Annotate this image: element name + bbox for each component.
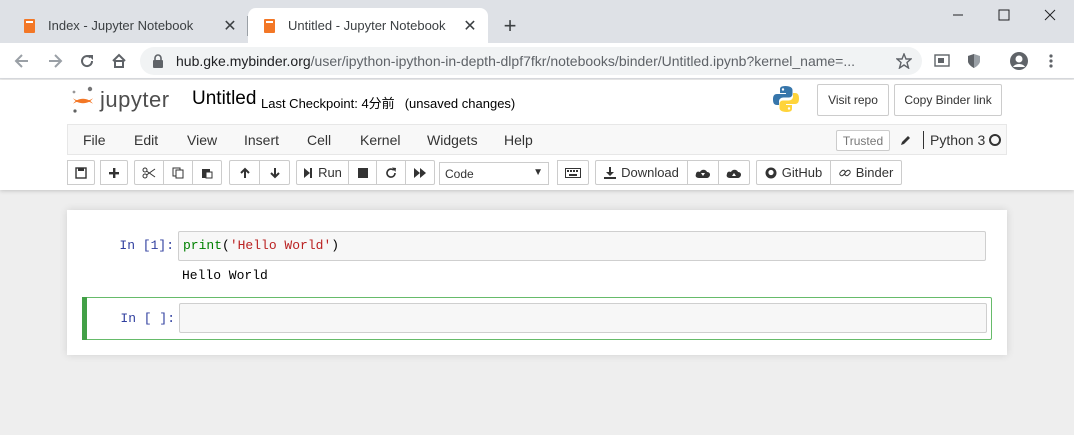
tab-title: Index - Jupyter Notebook: [48, 18, 194, 33]
move-up-button[interactable]: [229, 160, 260, 185]
notebook-favicon-icon: [22, 18, 38, 34]
home-icon[interactable]: [105, 47, 133, 75]
interrupt-button[interactable]: [348, 160, 377, 185]
forward-arrow-icon[interactable]: [41, 47, 69, 75]
back-arrow-icon[interactable]: [8, 47, 36, 75]
insert-cell-button[interactable]: [100, 160, 128, 185]
trusted-indicator[interactable]: Trusted: [836, 130, 890, 151]
browser-toolbar: hub.gke.mybinder.org/user/ipython-ipytho…: [0, 43, 1074, 79]
close-window-icon[interactable]: [1027, 4, 1073, 26]
paste-button[interactable]: [192, 160, 222, 185]
tab-title: Untitled - Jupyter Notebook: [288, 18, 446, 33]
visit-repo-button[interactable]: Visit repo: [817, 84, 889, 116]
menu-cell[interactable]: Cell: [307, 132, 331, 148]
run-button[interactable]: Run: [296, 160, 349, 185]
cloud-download-icon: [695, 169, 711, 178]
restart-icon: [386, 167, 396, 178]
download-button[interactable]: Download: [595, 160, 688, 185]
download-icon: [604, 166, 617, 179]
maximize-icon[interactable]: [981, 4, 1027, 26]
scissors-icon: [142, 167, 156, 178]
input-prompt: In [1]:: [119, 238, 174, 253]
save-icon: [75, 166, 87, 179]
minimize-icon[interactable]: [935, 4, 981, 26]
menu-edit[interactable]: Edit: [134, 132, 158, 148]
cast-icon[interactable]: [928, 47, 956, 75]
address-bar[interactable]: hub.gke.mybinder.org/user/ipython-ipytho…: [140, 47, 922, 75]
checkpoint-status: Last Checkpoint: 4分前 (unsaved changes): [261, 96, 516, 111]
kebab-menu-icon[interactable]: [1037, 47, 1065, 75]
command-palette-button[interactable]: [557, 160, 589, 185]
cloud-upload-icon: [726, 169, 742, 178]
code-cell[interactable]: In [1]: print('Hello World') Hello World: [82, 230, 992, 290]
notebook-favicon-icon: [262, 18, 278, 34]
plus-icon: [109, 167, 119, 178]
menu-help[interactable]: Help: [504, 132, 533, 148]
code-cell-selected[interactable]: In [ ]:: [82, 297, 992, 340]
step-forward-icon: [304, 167, 313, 178]
cell-output: Hello World: [182, 268, 268, 283]
browser-tabstrip: Index - Jupyter Notebook ✕ Untitled - Ju…: [0, 0, 1074, 43]
menu-file[interactable]: File: [83, 132, 106, 148]
profile-avatar-icon[interactable]: [1005, 47, 1033, 75]
code-input[interactable]: print('Hello World'): [178, 231, 986, 261]
menu-insert[interactable]: Insert: [244, 132, 279, 148]
github-icon: [765, 167, 777, 178]
close-tab-icon[interactable]: ✕: [220, 16, 240, 36]
fast-forward-icon: [414, 167, 426, 178]
menu-view[interactable]: View: [187, 132, 217, 148]
stop-icon: [357, 167, 368, 178]
url-text: hub.gke.mybinder.org/user/ipython-ipytho…: [176, 53, 856, 69]
arrow-down-icon: [269, 167, 280, 178]
arrow-up-icon: [239, 167, 250, 178]
restart-button[interactable]: [376, 160, 406, 185]
paste-icon: [202, 168, 213, 178]
tab-untitled[interactable]: Untitled - Jupyter Notebook ✕: [248, 8, 488, 43]
notebook-container: In [1]: print('Hello World') Hello World…: [67, 210, 1007, 355]
menu-kernel[interactable]: Kernel: [360, 132, 400, 148]
jupyter-logo[interactable]: jupyter: [70, 85, 170, 115]
restart-run-all-button[interactable]: [405, 160, 435, 185]
chevron-down-icon: ▼: [533, 167, 543, 178]
jupyter-wordmark: jupyter: [100, 87, 170, 112]
cloud-upload-button[interactable]: [718, 160, 750, 185]
cloud-download-button[interactable]: [687, 160, 719, 185]
menu-widgets[interactable]: Widgets: [427, 132, 478, 148]
bookmark-star-icon[interactable]: [890, 47, 918, 75]
new-tab-icon[interactable]: +: [498, 13, 522, 38]
kernel-separator: [923, 131, 924, 149]
keyboard-icon: [565, 167, 581, 178]
lock-icon: [152, 54, 166, 68]
close-tab-icon[interactable]: ✕: [460, 16, 480, 36]
save-button[interactable]: [67, 160, 95, 185]
python-logo-icon: [771, 84, 801, 114]
reload-icon[interactable]: [73, 47, 101, 75]
move-down-button[interactable]: [259, 160, 290, 185]
code-input[interactable]: [179, 303, 987, 333]
notebook-title[interactable]: Untitled: [192, 88, 256, 110]
binder-button[interactable]: Binder: [830, 160, 902, 185]
github-button[interactable]: GitHub: [756, 160, 831, 185]
pencil-edit-icon[interactable]: [898, 131, 914, 149]
kernel-idle-indicator-icon: [989, 134, 1001, 146]
shield-icon[interactable]: [960, 47, 988, 75]
copy-icon: [172, 167, 184, 178]
menubar: File Edit View Insert Cell Kernel Widget…: [67, 124, 1007, 155]
cut-button[interactable]: [134, 160, 164, 185]
kernel-name: Python 3: [930, 132, 986, 148]
link-icon: [838, 169, 851, 176]
copy-button[interactable]: [163, 160, 193, 185]
cell-type-select[interactable]: Code ▼: [439, 162, 549, 185]
input-prompt: In [ ]:: [120, 311, 175, 326]
tab-index[interactable]: Index - Jupyter Notebook ✕: [8, 8, 248, 43]
copy-binder-link-button[interactable]: Copy Binder link: [894, 84, 1002, 116]
jupyter-logo-icon: [72, 86, 93, 113]
